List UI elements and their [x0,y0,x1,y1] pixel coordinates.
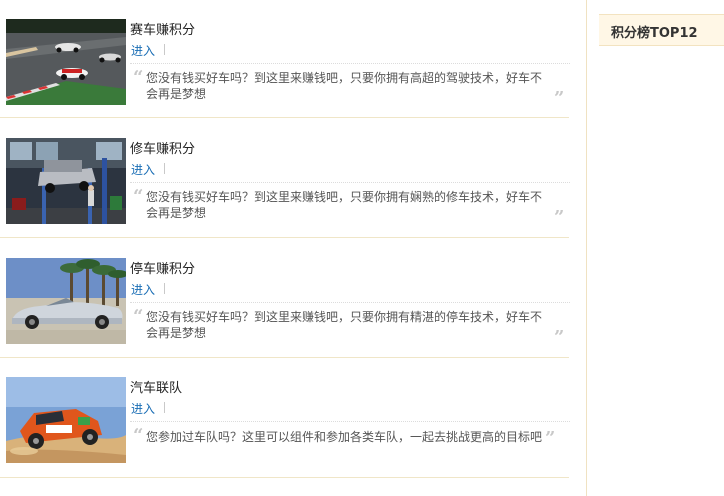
list-item: 修车赚积分 进入 “ 您没有钱买好车吗？到这里来赚钱吧，只要你拥有娴熟的修车技术… [0,120,572,240]
repair-image [6,138,126,224]
link-separator [164,44,165,55]
dotted-divider [130,421,570,422]
item-divider [0,357,569,358]
dotted-divider [130,182,570,183]
list-item: 停车赚积分 进入 “ 您没有钱买好车吗？到这里来赚钱吧，只要你拥有精湛的停车技术… [0,240,572,360]
item-title[interactable]: 汽车联队 [130,377,182,396]
dotted-divider [130,63,570,64]
item-title[interactable]: 修车赚积分 [130,138,195,157]
item-divider [0,237,569,238]
list-item: 汽车联队 进入 “ 您参加过车队吗？这里可以组件和参加各类车队，一起去挑战更高的… [0,360,572,480]
close-quote-icon: ” [554,327,565,348]
item-description: 您没有钱买好车吗？到这里来赚钱吧，只要你拥有精湛的停车技术，好车不会再是梦想 [146,310,543,340]
dotted-divider [130,302,570,303]
thumbnail-parking[interactable] [6,258,126,344]
open-quote-icon: “ [133,425,144,446]
link-separator [164,283,165,294]
racing-image [6,19,126,105]
enter-link[interactable]: 进入 [131,400,155,417]
enter-link[interactable]: 进入 [131,42,155,59]
open-quote-icon: “ [133,186,144,207]
ranking-title[interactable]: 积分榜TOP12 [611,22,698,41]
item-divider [0,117,569,118]
item-description: 您没有钱买好车吗？到这里来赚钱吧，只要你拥有娴熟的修车技术，好车不会再是梦想 [146,190,543,220]
item-description: 您没有钱买好车吗？到这里来赚钱吧，只要你拥有高超的驾驶技术，好车不会再是梦想 [146,71,543,101]
item-description: 您参加过车队吗？这里可以组件和参加各类车队，一起去挑战更高的目标吧 [146,430,543,444]
parking-image [6,258,126,344]
thumbnail-racing[interactable] [6,19,126,105]
thumbnail-team[interactable] [6,377,126,463]
link-separator [164,402,165,413]
list-item: 赛车赚积分 进入 “ 您没有钱买好车吗？到这里来赚钱吧，只要你拥有高超的驾驶技术… [0,0,572,120]
thumbnail-repair[interactable] [6,138,126,224]
item-divider [0,477,569,478]
enter-link[interactable]: 进入 [131,161,155,178]
rally-image [6,377,126,463]
column-divider [586,0,587,496]
open-quote-icon: “ [133,306,144,327]
close-quote-icon: ” [545,428,556,449]
item-title[interactable]: 赛车赚积分 [130,19,195,38]
enter-link[interactable]: 进入 [131,281,155,298]
item-title[interactable]: 停车赚积分 [130,258,195,277]
ranking-panel-header: 积分榜TOP12 [599,14,724,46]
link-separator [164,163,165,174]
open-quote-icon: “ [133,67,144,88]
close-quote-icon: ” [554,88,565,109]
close-quote-icon: ” [554,207,565,228]
feature-list: 赛车赚积分 进入 “ 您没有钱买好车吗？到这里来赚钱吧，只要你拥有高超的驾驶技术… [0,0,586,496]
